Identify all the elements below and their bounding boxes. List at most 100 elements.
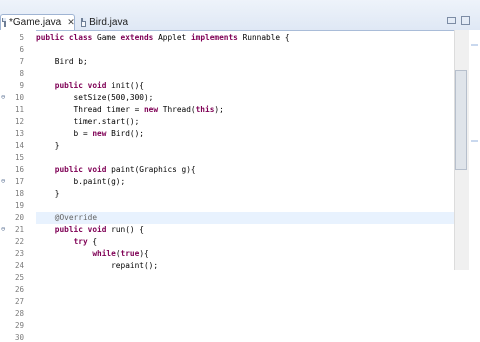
code-token: new bbox=[143, 105, 163, 114]
editor-tab-bar: *Game.java ✕ Bird.java bbox=[0, 0, 480, 31]
code-token: } bbox=[36, 189, 60, 198]
code-line[interactable]: repaint(); bbox=[36, 260, 158, 270]
line-number: 11 bbox=[14, 105, 24, 114]
line-number: 30 bbox=[14, 333, 24, 342]
close-icon[interactable]: ✕ bbox=[67, 17, 75, 28]
code-token: Bird(); bbox=[111, 129, 144, 138]
code-line[interactable]: @Override bbox=[36, 212, 97, 224]
line-number: 23 bbox=[14, 249, 24, 258]
code-line[interactable]: } bbox=[36, 140, 60, 152]
code-token: implements bbox=[190, 33, 243, 42]
code-token: public void bbox=[54, 165, 112, 174]
code-line[interactable]: try { bbox=[36, 236, 97, 248]
java-file-icon bbox=[2, 18, 6, 27]
tab-game-java[interactable]: *Game.java ✕ bbox=[0, 14, 75, 30]
line-number: 28 bbox=[14, 309, 24, 318]
code-token: paint(Graphics g){ bbox=[111, 165, 196, 174]
line-number: 13 bbox=[14, 129, 24, 138]
code-line[interactable]: public void paint(Graphics g){ bbox=[36, 164, 196, 176]
code-token: init(){ bbox=[111, 81, 144, 90]
tab-bird-java[interactable]: Bird.java bbox=[78, 14, 128, 30]
overview-marker[interactable] bbox=[471, 140, 478, 142]
code-line[interactable]: Thread timer = new Thread(this); bbox=[36, 104, 224, 116]
maximize-icon[interactable] bbox=[461, 16, 470, 25]
tab-label: Bird.java bbox=[89, 16, 128, 28]
code-token: ){ bbox=[139, 249, 149, 258]
fold-toggle-icon[interactable]: ⊖ bbox=[1, 177, 5, 185]
code-token: extends bbox=[120, 33, 159, 42]
line-number: 14 bbox=[14, 141, 24, 150]
code-line[interactable]: timer.start(); bbox=[36, 116, 140, 128]
fold-toggle-icon[interactable]: ⊖ bbox=[1, 225, 5, 233]
code-line[interactable]: b.paint(g); bbox=[36, 176, 126, 188]
code-token: Thread( bbox=[162, 105, 196, 114]
java-file-icon bbox=[81, 17, 87, 27]
code-token: true bbox=[120, 249, 140, 258]
line-number: 20 bbox=[14, 213, 24, 222]
line-number: 15 bbox=[14, 153, 24, 162]
code-line[interactable]: } bbox=[36, 188, 60, 200]
current-line-highlight bbox=[36, 212, 454, 224]
code-token: Game bbox=[97, 33, 121, 42]
code-line[interactable]: while(true){ bbox=[36, 248, 149, 260]
line-number: 16 bbox=[14, 165, 24, 174]
code-line[interactable]: public class Game extends Applet impleme… bbox=[36, 32, 290, 44]
line-number: 12 bbox=[14, 117, 24, 126]
line-number: 26 bbox=[14, 285, 24, 294]
line-number: 29 bbox=[14, 321, 24, 330]
code-token: setSize(500,300); bbox=[36, 93, 154, 102]
code-line[interactable]: public void run() { bbox=[36, 224, 144, 236]
code-token: timer.start(); bbox=[36, 117, 140, 126]
line-number: 17 bbox=[14, 177, 24, 186]
scrollbar-thumb[interactable] bbox=[455, 70, 467, 170]
code-editor[interactable]: public class Game extends Applet impleme… bbox=[36, 30, 454, 270]
code-token: b = bbox=[36, 129, 93, 138]
code-token: public void bbox=[54, 81, 112, 90]
line-number: 21 bbox=[14, 225, 24, 234]
code-line[interactable]: public void init(){ bbox=[36, 80, 144, 92]
code-token: repaint(); bbox=[36, 261, 159, 270]
code-token: Runnable { bbox=[242, 33, 290, 42]
code-token: run() { bbox=[111, 225, 144, 234]
fold-toggle-icon[interactable]: ⊖ bbox=[1, 93, 5, 101]
code-token: public void bbox=[54, 225, 112, 234]
code-token: Bird b; bbox=[36, 57, 88, 66]
code-token: try bbox=[73, 237, 93, 246]
code-token: @Override bbox=[54, 213, 98, 222]
code-token: } bbox=[36, 141, 60, 150]
minimize-icon[interactable] bbox=[447, 17, 456, 24]
code-token: ); bbox=[214, 105, 224, 114]
code-token: public class bbox=[36, 33, 98, 42]
line-number: 5 bbox=[19, 33, 24, 42]
line-number: 6 bbox=[19, 45, 24, 54]
line-number-ruler: 5 6 7 8 9 10 ⊖ 11 12 13 14 15 16 17 ⊖ 18 19 20 21 ⊖ 22 23 24 25… bbox=[0, 30, 36, 342]
line-number: 27 bbox=[14, 297, 24, 306]
code-token: b.paint(g); bbox=[36, 177, 126, 186]
line-number: 24 bbox=[14, 261, 24, 270]
code-token: while bbox=[92, 249, 116, 258]
code-line[interactable]: setSize(500,300); bbox=[36, 92, 154, 104]
code-line[interactable]: b = new Bird(); bbox=[36, 128, 144, 140]
code-token: new bbox=[92, 129, 112, 138]
code-line[interactable]: Bird b; bbox=[36, 56, 88, 68]
line-number: 19 bbox=[14, 201, 24, 210]
code-token: Thread timer = bbox=[36, 105, 144, 114]
code-token: { bbox=[92, 237, 98, 246]
code-token: Applet bbox=[158, 33, 191, 42]
line-number: 8 bbox=[19, 69, 24, 78]
line-number: 25 bbox=[14, 273, 24, 282]
overview-marker[interactable] bbox=[471, 44, 478, 46]
code-token: this bbox=[195, 105, 215, 114]
line-number: 22 bbox=[14, 237, 24, 246]
tab-label: *Game.java bbox=[9, 17, 62, 28]
line-number: 18 bbox=[14, 189, 24, 198]
line-number: 7 bbox=[19, 57, 24, 66]
line-number: 10 bbox=[14, 93, 24, 102]
overview-ruler bbox=[469, 30, 480, 270]
